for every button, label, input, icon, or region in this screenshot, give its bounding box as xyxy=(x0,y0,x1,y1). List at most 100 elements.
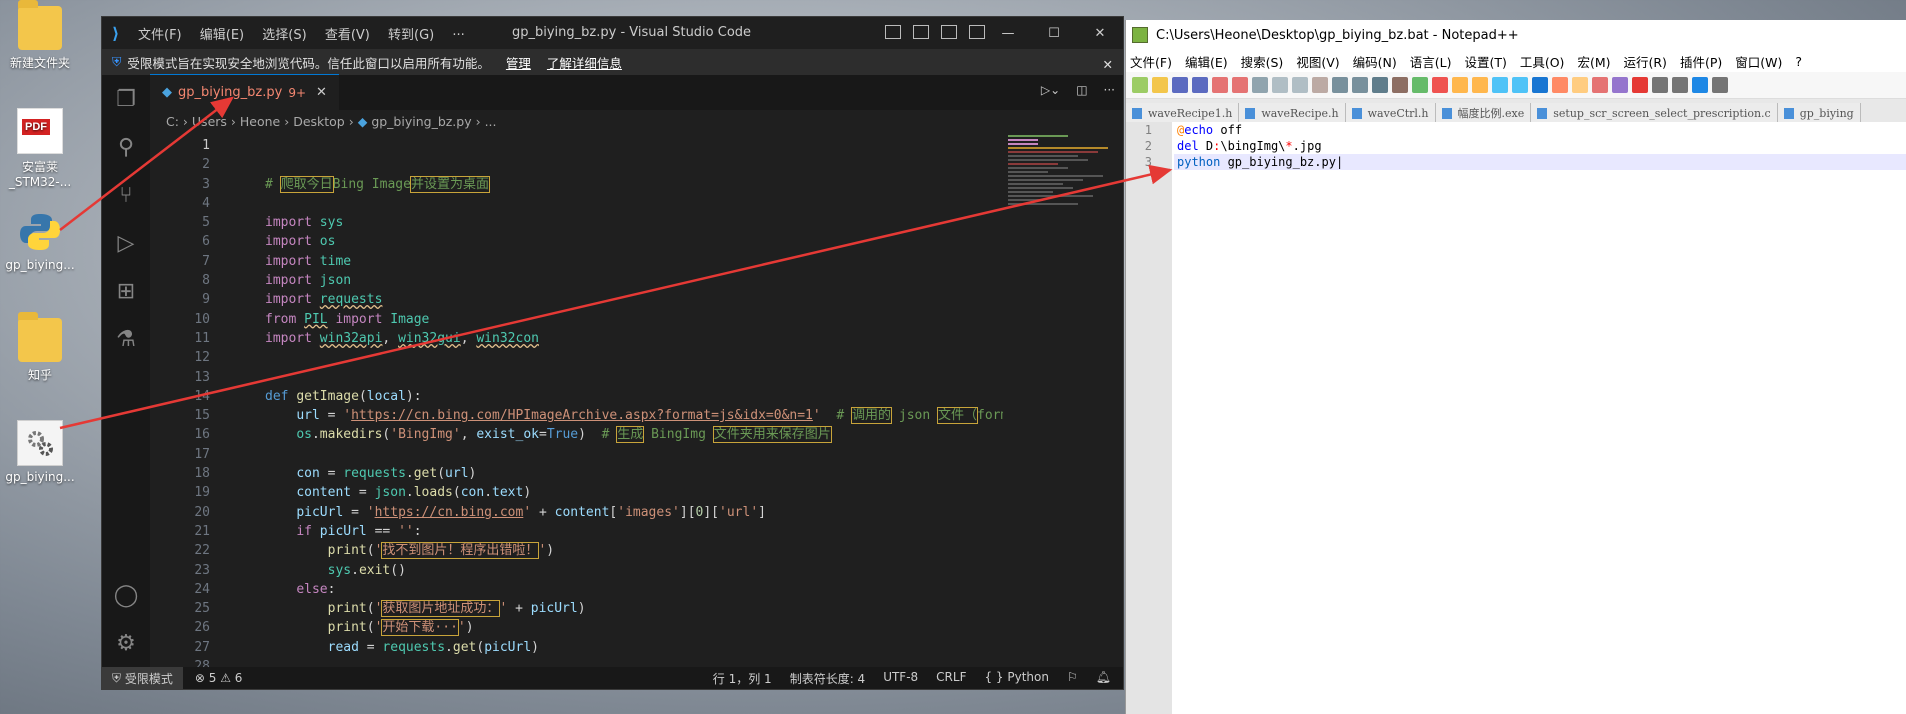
settings-gear-icon[interactable]: ⚙ xyxy=(102,619,150,667)
encoding[interactable]: UTF-8 xyxy=(883,670,918,687)
np-menu-item[interactable]: 运行(R) xyxy=(1623,52,1666,71)
np-tab[interactable]: waveCtrl.h xyxy=(1345,103,1436,123)
np-menu-item[interactable]: 插件(P) xyxy=(1680,52,1722,71)
monitoring-icon[interactable] xyxy=(1612,77,1628,93)
undo-icon[interactable] xyxy=(1332,77,1348,93)
desktop-icon-bat-file[interactable]: gp_biying... xyxy=(0,420,80,484)
np-tab[interactable]: 幅度比例.exe xyxy=(1435,103,1532,123)
toggle-sidebar-icon[interactable] xyxy=(885,25,901,39)
more-actions-icon[interactable]: ··· xyxy=(1104,83,1115,97)
editor-tab[interactable]: ◆ gp_biying_bz.py 9+ ✕ xyxy=(150,74,339,110)
line-ending[interactable]: CRLF xyxy=(936,670,966,687)
close-icon[interactable]: ✕ xyxy=(1077,17,1123,49)
desktop-icon-python-file[interactable]: gp_biying... xyxy=(0,210,80,272)
new-file-icon[interactable] xyxy=(1132,77,1148,93)
extensions-icon[interactable]: ⊞ xyxy=(102,267,150,315)
toggle-panel-icon[interactable] xyxy=(913,25,929,39)
menu-more[interactable]: ··· xyxy=(452,28,464,43)
tab-size[interactable]: 制表符长度: 4 xyxy=(790,670,866,687)
minimap[interactable] xyxy=(1008,135,1113,315)
language-mode[interactable]: { } Python xyxy=(984,670,1049,687)
run-macro-multiple-icon[interactable] xyxy=(1692,77,1708,93)
function-list-icon[interactable] xyxy=(1572,77,1588,93)
indent-guide-icon[interactable] xyxy=(1532,77,1548,93)
zoom-out-icon[interactable] xyxy=(1432,77,1448,93)
code-editor[interactable]: 1 2 3 4 5 6 7 8 9 10 11 12 13 14 15 16 1… xyxy=(150,132,1003,667)
show-all-chars-icon[interactable] xyxy=(1512,77,1528,93)
banner-close-icon[interactable]: ✕ xyxy=(1103,57,1113,72)
find-icon[interactable] xyxy=(1372,77,1388,93)
np-menu-item[interactable]: ? xyxy=(1795,54,1802,69)
print-icon[interactable] xyxy=(1252,77,1268,93)
np-tab[interactable]: waveRecipe.h xyxy=(1239,103,1346,123)
np-tab[interactable]: gp_biying xyxy=(1777,103,1861,123)
np-menu-item[interactable]: 宏(M) xyxy=(1577,52,1610,71)
np-tab[interactable]: waveRecipe1.h xyxy=(1126,103,1240,123)
split-editor-icon[interactable]: ◫ xyxy=(1076,83,1087,97)
np-menu-item[interactable]: 文件(F) xyxy=(1130,52,1172,71)
np-menu-item[interactable]: 编辑(E) xyxy=(1185,52,1228,71)
stop-macro-icon[interactable] xyxy=(1652,77,1668,93)
breadcrumb-item[interactable]: Desktop xyxy=(293,114,345,129)
minimize-icon[interactable]: — xyxy=(985,17,1031,49)
desktop-icon-zhihu-folder[interactable]: 知乎 xyxy=(0,312,80,383)
close-tab-icon[interactable]: ✕ xyxy=(316,85,327,100)
run-python-icon[interactable]: ▷⌄ xyxy=(1041,83,1060,97)
desktop-icon-pdf[interactable]: PDF 安富莱_STM32-... xyxy=(0,108,80,189)
zoom-in-icon[interactable] xyxy=(1412,77,1428,93)
cursor-position[interactable]: 行 1，列 1 xyxy=(713,670,772,687)
replace-icon[interactable] xyxy=(1392,77,1408,93)
menu-edit[interactable]: 编辑(E) xyxy=(200,28,244,43)
maximize-icon[interactable]: ☐ xyxy=(1031,17,1077,49)
record-macro-icon[interactable] xyxy=(1632,77,1648,93)
word-wrap-icon[interactable] xyxy=(1492,77,1508,93)
feedback-icon[interactable]: ⚐ xyxy=(1067,670,1078,687)
np-menu-item[interactable]: 编码(N) xyxy=(1353,52,1397,71)
banner-manage-link[interactable]: 管理 xyxy=(506,53,531,72)
toggle-secondary-sidebar-icon[interactable] xyxy=(941,25,957,39)
cut-icon[interactable] xyxy=(1272,77,1288,93)
close-file-icon[interactable] xyxy=(1212,77,1228,93)
run-debug-icon[interactable]: ▷ xyxy=(102,219,150,267)
testing-icon[interactable]: ⚗ xyxy=(102,315,150,363)
menu-selection[interactable]: 选择(S) xyxy=(262,28,306,43)
menu-file[interactable]: 文件(F) xyxy=(138,28,182,43)
np-menu-item[interactable]: 视图(V) xyxy=(1296,52,1339,71)
copy-icon[interactable] xyxy=(1292,77,1308,93)
np-menu-item[interactable]: 工具(O) xyxy=(1520,52,1565,71)
breadcrumb-item[interactable]: Heone xyxy=(240,114,280,129)
open-file-icon[interactable] xyxy=(1152,77,1168,93)
np-menu-item[interactable]: 语言(L) xyxy=(1410,52,1452,71)
save-all-icon[interactable] xyxy=(1192,77,1208,93)
problems-indicator[interactable]: ⊗ 5 ⚠ 6 xyxy=(195,671,243,685)
explorer-icon[interactable]: ❐ xyxy=(102,75,150,123)
restricted-mode-indicator[interactable]: ⛨ 受限模式 xyxy=(102,667,183,689)
paste-icon[interactable] xyxy=(1312,77,1328,93)
np-menu-item[interactable]: 设置(T) xyxy=(1464,52,1506,71)
sync-vertical-icon[interactable] xyxy=(1452,77,1468,93)
save-macro-icon[interactable] xyxy=(1712,77,1728,93)
folder-as-workspace-icon[interactable] xyxy=(1592,77,1608,93)
notifications-bell-icon[interactable]: 🔔︎ xyxy=(1096,670,1111,687)
menu-go[interactable]: 转到(G) xyxy=(388,28,434,43)
save-icon[interactable] xyxy=(1172,77,1188,93)
account-icon[interactable]: ◯ xyxy=(102,571,150,619)
notepadpp-editor[interactable]: 1 2 3 @echo off del D:\bingImg\*.jpg pytho… xyxy=(1126,122,1906,714)
customize-layout-icon[interactable] xyxy=(969,25,985,39)
breadcrumb-item[interactable]: C: xyxy=(166,114,179,129)
desktop-icon-new-folder[interactable]: 新建文件夹 xyxy=(0,0,80,71)
np-menu-item[interactable]: 窗口(W) xyxy=(1735,52,1782,71)
redo-icon[interactable] xyxy=(1352,77,1368,93)
np-tab[interactable]: setup_scr_screen_select_prescription.c xyxy=(1531,103,1778,123)
banner-learn-more-link[interactable]: 了解详细信息 xyxy=(547,53,622,72)
source-control-icon[interactable]: ⑂ xyxy=(102,171,150,219)
breadcrumb-item[interactable]: gp_biying_bz.py xyxy=(371,114,471,129)
doc-map-icon[interactable] xyxy=(1552,77,1568,93)
breadcrumb-item[interactable]: Users xyxy=(192,114,227,129)
close-all-icon[interactable] xyxy=(1232,77,1248,93)
np-menu-item[interactable]: 搜索(S) xyxy=(1241,52,1284,71)
play-macro-icon[interactable] xyxy=(1672,77,1688,93)
sync-horizontal-icon[interactable] xyxy=(1472,77,1488,93)
menu-view[interactable]: 查看(V) xyxy=(325,28,370,43)
breadcrumb-item[interactable]: ... xyxy=(485,114,497,129)
